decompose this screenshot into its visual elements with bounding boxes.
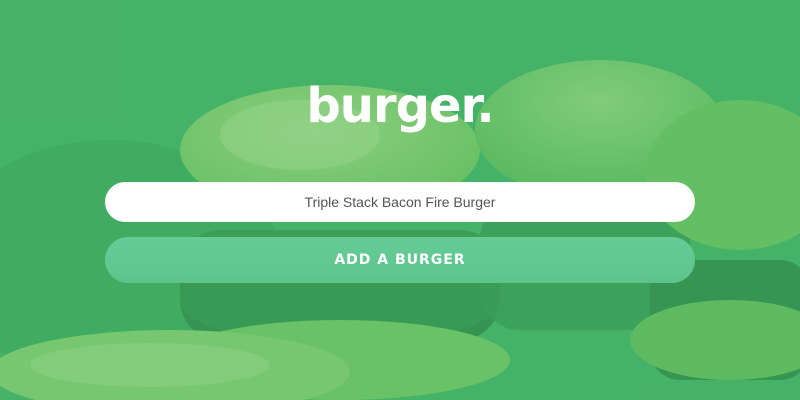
logo-wordmark: burger. xyxy=(306,78,494,134)
burger-name-input[interactable] xyxy=(105,182,695,222)
add-burger-button[interactable]: ADD A BURGER xyxy=(105,237,695,283)
hero-section: burger. ADD A BURGER xyxy=(0,0,800,400)
